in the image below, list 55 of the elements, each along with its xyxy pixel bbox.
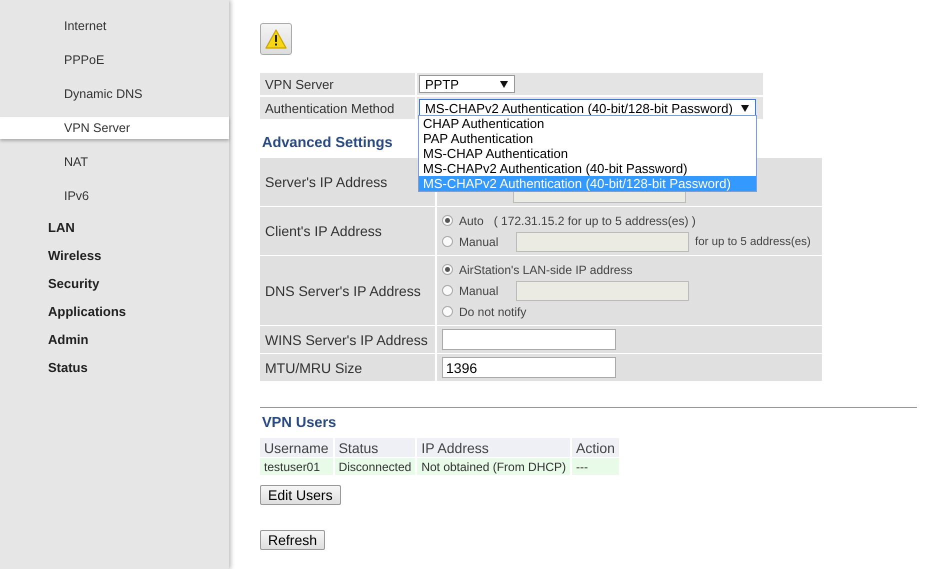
dropdown-option[interactable]: MS-CHAP Authentication [419,146,756,161]
action-button[interactable]: Edit Users [260,485,341,505]
table-cell: Not obtained (From DHCP) [417,458,570,475]
section-heading: VPN Users [262,415,336,431]
radio-button[interactable] [442,264,453,275]
radio-label: AirStation's LAN-side IP address [459,262,632,276]
dropdown-option[interactable]: MS-CHAPv2 Authentication (40-bit Password) [419,161,756,176]
dropdown-select[interactable]: PPTP [419,75,515,93]
warning-button[interactable] [260,23,292,55]
radio-button[interactable] [442,236,453,247]
radio-button[interactable] [442,285,453,296]
warning-icon [265,29,287,49]
field-label: DNS Server's IP Address [260,256,435,325]
caret-icon [740,104,749,112]
column-header: Action [572,438,619,457]
sidebar-item[interactable]: Internet [0,15,229,37]
table-cell: --- [572,458,619,475]
radio-label: Auto [459,214,484,228]
radio-label: Manual [459,284,500,298]
sidebar-item[interactable]: IPv6 [0,185,229,207]
radio-note: ( 172.31.15.2 for up to 5 address(es) ) [494,214,696,228]
radio-label: Do not notify [459,304,526,318]
field-label: WINS Server's IP Address [260,326,435,353]
field-label: VPN Server [260,73,415,95]
sidebar-item[interactable]: Applications [48,304,126,319]
caret-icon [500,80,508,88]
table-cell: Disconnected [334,458,416,475]
sidebar-item[interactable]: LAN [48,220,75,235]
column-header: Username [260,438,333,457]
section-heading: Advanced Settings [262,135,393,151]
field-suffix: for up to 5 address(es) [695,236,811,248]
dropdown-option[interactable]: PAP Authentication [419,131,756,146]
sidebar-item[interactable]: Wireless [48,248,102,263]
radio-button[interactable] [442,306,453,317]
column-header: Status [334,438,416,457]
dropdown-option[interactable]: CHAP Authentication [419,116,756,131]
sidebar-item[interactable]: Security [48,276,100,291]
field-label: MTU/MRU Size [260,354,435,381]
sidebar-item[interactable]: PPPoE [0,49,229,71]
radio-label: Manual [459,234,500,248]
input-field[interactable]: 1396 [442,357,616,378]
sidebar-item[interactable]: NAT [0,151,229,173]
input-field[interactable] [442,329,616,350]
field-label: Client's IP Address [260,207,435,255]
sidebar-item[interactable]: Status [48,360,88,375]
table-cell: testuser01 [260,458,333,475]
column-header: IP Address [417,438,570,457]
sidebar-item[interactable]: VPN Server [0,117,229,139]
radio-button[interactable] [442,215,453,226]
sidebar-item[interactable]: Admin [48,332,88,347]
action-button[interactable]: Refresh [260,530,326,550]
field-label: Authentication Method [260,97,415,119]
sidebar-item[interactable]: Dynamic DNS [0,83,229,105]
input-field[interactable] [516,280,689,300]
input-field[interactable] [516,232,689,252]
